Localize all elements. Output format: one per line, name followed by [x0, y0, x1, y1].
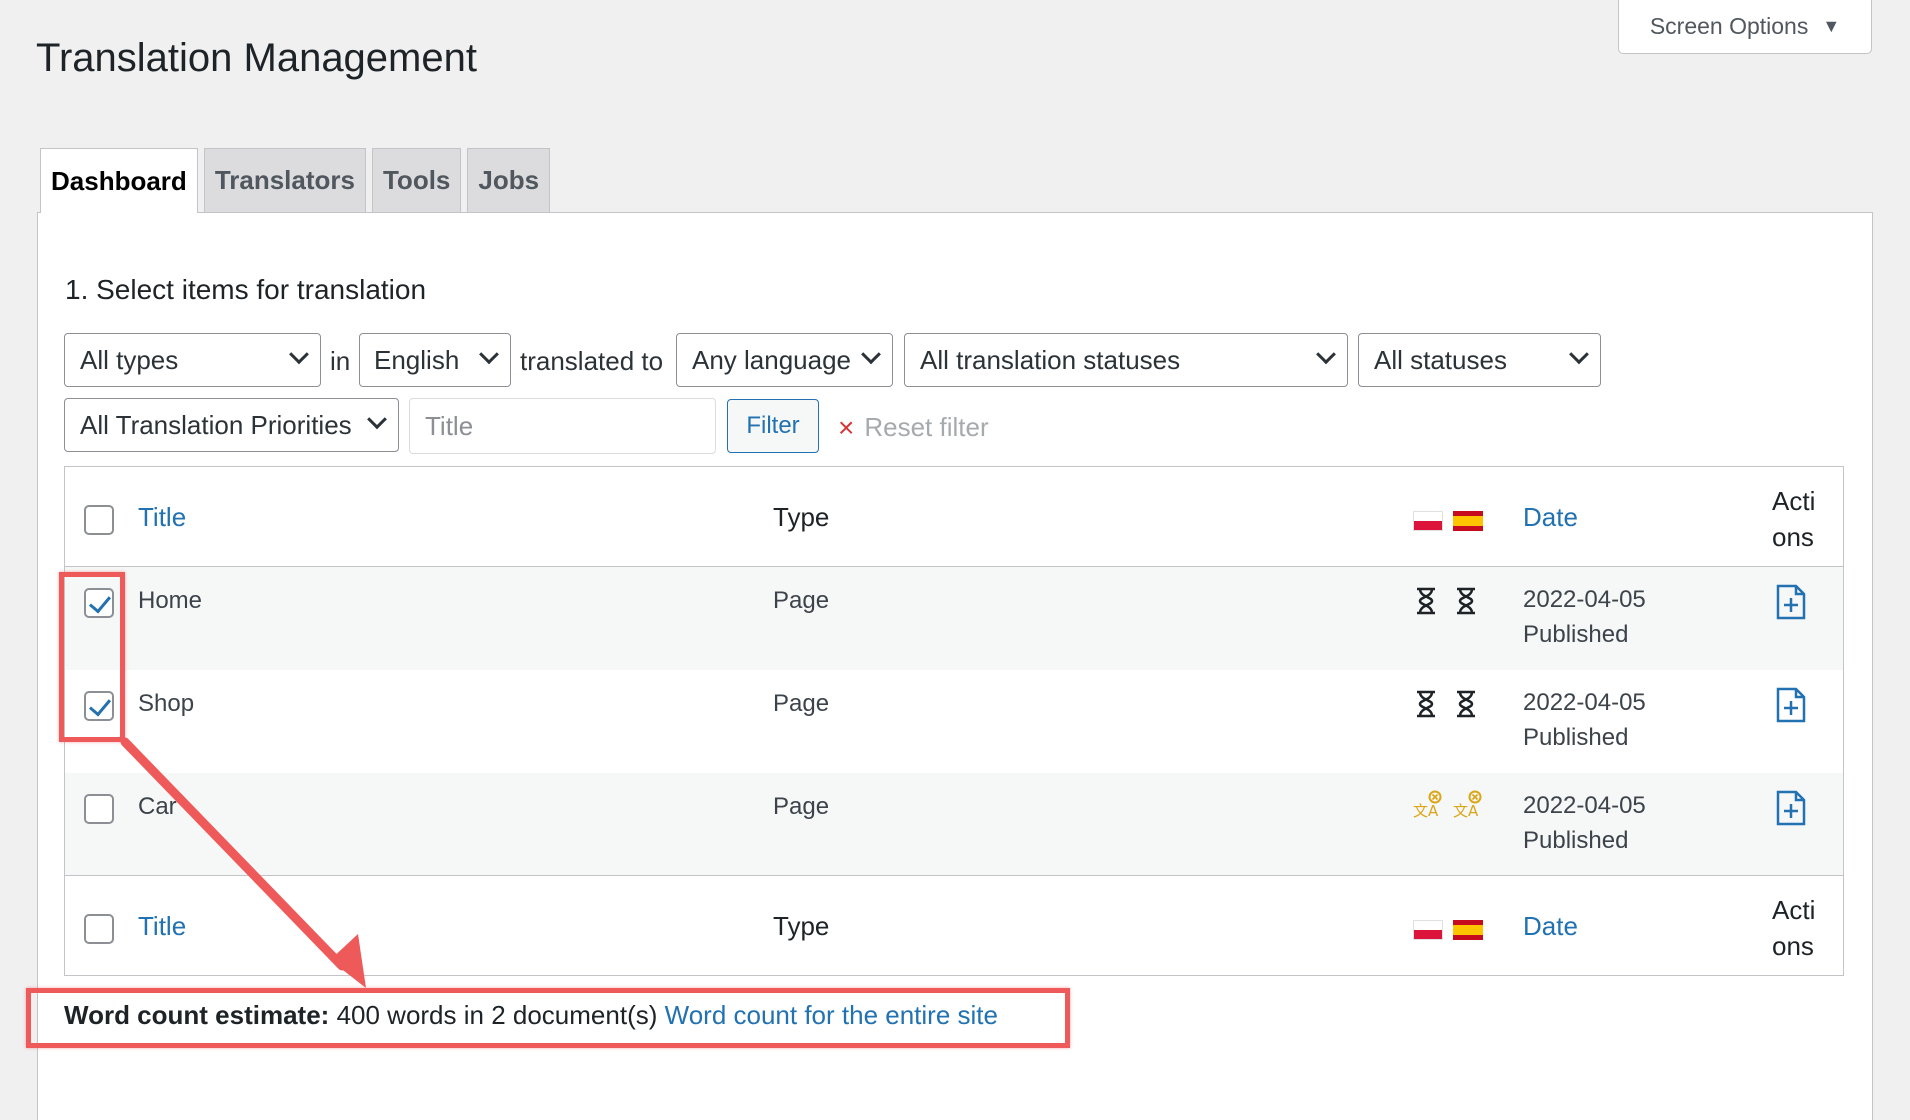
source-language-select[interactable]: English — [359, 333, 511, 387]
tab-dashboard[interactable]: Dashboard — [40, 148, 198, 213]
row-title: Car — [138, 793, 177, 820]
add-translation-icon[interactable] — [1775, 790, 1807, 826]
tab-bar: Dashboard Translators Tools Jobs — [40, 148, 551, 213]
title-column-header[interactable]: Title — [138, 911, 186, 942]
checkbox-highlight-box — [59, 572, 125, 742]
page-title: Translation Management — [36, 36, 477, 80]
caret-down-icon: ▼ — [1822, 16, 1841, 36]
title-search-input[interactable] — [409, 398, 716, 454]
filter-button[interactable]: Filter — [727, 399, 819, 453]
row-date-value: 2022-04-05 — [1523, 586, 1646, 613]
chevron-down-icon — [289, 344, 309, 365]
date-column-header[interactable]: Date — [1523, 502, 1578, 533]
row-status: Published — [1523, 621, 1629, 648]
table-row: Car Page 文A 文A 2022-04-05 Published — [65, 773, 1843, 876]
tab-tools[interactable]: Tools — [371, 148, 462, 212]
type-select-value: All types — [80, 344, 179, 375]
type-column-header: Type — [773, 502, 830, 532]
chevron-down-icon — [367, 409, 387, 430]
in-label: in — [330, 346, 351, 376]
row-checkbox[interactable] — [84, 794, 114, 824]
source-language-value: English — [374, 344, 460, 375]
row-date-value: 2022-04-05 — [1523, 792, 1646, 819]
row-title: Home — [138, 587, 203, 614]
row-title: Shop — [138, 690, 195, 717]
tab-jobs[interactable]: Jobs — [467, 148, 551, 212]
hourglass-icon — [1457, 690, 1475, 718]
row-type: Page — [773, 690, 830, 717]
spanish-flag-icon — [1453, 920, 1483, 940]
status-select[interactable]: All statuses — [1358, 333, 1601, 387]
word-count-highlight-box — [26, 988, 1070, 1048]
screen-options-label: Screen Options — [1649, 13, 1809, 39]
translation-status-value: All translation statuses — [920, 344, 1181, 375]
hourglass-icon — [1417, 587, 1435, 615]
status-value: All statuses — [1374, 344, 1507, 375]
row-date: 2022-04-05 Published — [1523, 788, 1646, 858]
needs-translation-icon[interactable]: 文A — [1452, 790, 1482, 820]
translated-to-label: translated to — [520, 346, 664, 376]
svg-text:文A: 文A — [1453, 802, 1479, 820]
polish-flag-icon — [1413, 920, 1443, 940]
row-date-value: 2022-04-05 — [1523, 689, 1646, 716]
items-table: Title Type Date Acti ons Home Page 2022-… — [64, 466, 1844, 976]
close-icon: × — [838, 411, 855, 443]
title-column-header[interactable]: Title — [138, 502, 186, 533]
row-type: Page — [773, 793, 830, 820]
chevron-down-icon — [861, 344, 881, 365]
polish-flag-icon — [1413, 511, 1443, 531]
section-title: 1. Select items for translation — [65, 274, 427, 305]
row-status: Published — [1523, 827, 1629, 854]
row-date: 2022-04-05 Published — [1523, 685, 1646, 755]
translation-status-select[interactable]: All translation statuses — [904, 333, 1348, 387]
type-select[interactable]: All types — [64, 333, 321, 387]
table-header: Title Type Date Acti ons — [65, 467, 1843, 567]
select-all-checkbox[interactable] — [84, 914, 114, 944]
priority-select[interactable]: All Translation Priorities — [64, 398, 399, 452]
actions-column-header: Acti ons — [1772, 486, 1816, 552]
actions-column-header: Acti ons — [1772, 895, 1816, 961]
date-column-header[interactable]: Date — [1523, 911, 1578, 942]
row-type: Page — [773, 587, 830, 614]
target-language-value: Any language — [692, 344, 852, 375]
tab-translators[interactable]: Translators — [203, 148, 366, 212]
row-date: 2022-04-05 Published — [1523, 582, 1646, 652]
reset-filter-link[interactable]: × Reset filter — [838, 412, 989, 443]
svg-text:文A: 文A — [1413, 802, 1439, 820]
hourglass-icon — [1417, 690, 1435, 718]
select-all-checkbox[interactable] — [84, 505, 114, 535]
add-translation-icon[interactable] — [1775, 584, 1807, 620]
target-language-select[interactable]: Any language — [676, 333, 893, 387]
table-row: Home Page 2022-04-05 Published — [65, 567, 1843, 670]
reset-filter-label: Reset filter — [864, 412, 989, 442]
hourglass-icon — [1457, 587, 1475, 615]
screen-options-button[interactable]: Screen Options ▼ — [1618, 0, 1872, 54]
needs-translation-icon[interactable]: 文A — [1412, 790, 1442, 820]
chevron-down-icon — [479, 344, 499, 365]
chevron-down-icon — [1316, 344, 1336, 365]
table-footer: Title Type Date Acti ons — [65, 876, 1843, 976]
type-column-header: Type — [773, 911, 830, 941]
spanish-flag-icon — [1453, 511, 1483, 531]
add-translation-icon[interactable] — [1775, 687, 1807, 723]
chevron-down-icon — [1569, 344, 1589, 365]
priority-value: All Translation Priorities — [80, 409, 352, 440]
table-row: Shop Page 2022-04-05 Published — [65, 670, 1843, 773]
row-status: Published — [1523, 724, 1629, 751]
